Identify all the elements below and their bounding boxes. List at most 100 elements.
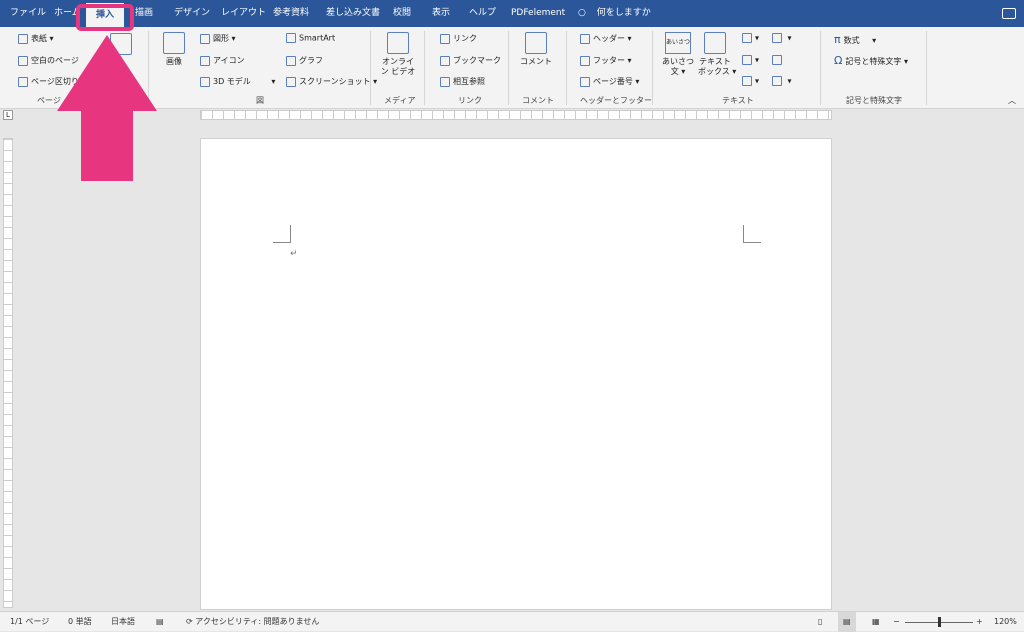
equation-button[interactable]: π 数式 ▾ (834, 33, 876, 46)
horizontal-ruler[interactable] (200, 110, 833, 120)
page-number-icon (580, 76, 590, 87)
equation-label: 数式 (843, 36, 860, 45)
group-separator (424, 31, 425, 105)
chart-button[interactable]: グラフ (286, 55, 323, 66)
textbox-label-1: テキスト (699, 57, 731, 66)
online-video-button[interactable]: オンライン ビデオ (380, 32, 416, 77)
omega-icon: Ω (834, 54, 843, 67)
pictures-button[interactable]: 画像 (160, 32, 188, 67)
tab-design[interactable]: デザイン (174, 0, 210, 27)
document-page[interactable]: ↵ (200, 138, 832, 610)
macro-icon[interactable]: ▤ (156, 612, 164, 632)
zoom-slider-thumb[interactable] (938, 617, 941, 627)
tab-file[interactable]: ファイル (10, 0, 46, 27)
arrow-shape (57, 35, 157, 181)
footer-button[interactable]: フッター ▾ (580, 55, 632, 66)
signature-icon (772, 33, 782, 43)
screenshot-icon (286, 76, 296, 87)
zoom-out-icon[interactable]: − (893, 612, 900, 632)
tell-me-search[interactable]: ○ 何をしますか (578, 0, 651, 27)
quick-parts-button[interactable]: ▾ (742, 33, 759, 43)
zoom-level[interactable]: 120% (994, 612, 1017, 632)
group-separator (820, 31, 821, 105)
status-bar: 1/1 ページ 0 単語 日本語 ▤ ⟳ アクセシビリティ: 問題ありません ▯… (0, 611, 1024, 632)
shapes-icon (200, 33, 210, 44)
tab-layout[interactable]: レイアウト (221, 0, 266, 27)
web-layout-icon[interactable]: ▦ (872, 612, 880, 632)
vertical-ruler[interactable] (3, 138, 13, 609)
paragraph-mark-icon: ↵ (290, 249, 298, 259)
language-indicator[interactable]: 日本語 (111, 612, 135, 632)
page-number-label: ページ番号 (593, 77, 633, 86)
word-count[interactable]: 0 単語 (68, 612, 92, 632)
cross-reference-icon (440, 76, 450, 87)
object-button[interactable]: ▾ (772, 76, 792, 86)
accessibility-status[interactable]: ⟳ アクセシビリティ: 問題ありません (186, 612, 319, 632)
comments-group-label: コメント (522, 96, 554, 105)
header-button[interactable]: ヘッダー ▾ (580, 33, 632, 44)
illustrations-group-label: 図 (256, 96, 264, 105)
new-comment-button[interactable]: コメント (518, 32, 554, 67)
link-button[interactable]: リンク (440, 33, 477, 44)
link-icon (440, 33, 450, 44)
wordart-button[interactable]: ▾ (742, 55, 759, 65)
link-label: リンク (453, 34, 477, 43)
collapse-ribbon-icon[interactable]: ︿ (1008, 95, 1016, 106)
group-separator (370, 31, 371, 105)
greeting-label-1: あいさつ (662, 57, 694, 66)
cube-icon (200, 76, 210, 87)
page-number-button[interactable]: ページ番号 ▾ (580, 76, 639, 87)
icons-label: アイコン (213, 56, 245, 65)
icons-icon (200, 55, 210, 66)
tab-draw[interactable]: 描画 (135, 0, 153, 27)
greeting-label-2: 文 (670, 67, 679, 76)
tab-pdfelement[interactable]: PDFelement (511, 0, 565, 27)
tab-references[interactable]: 参考資料 (273, 0, 309, 27)
header-icon (580, 33, 590, 44)
3d-models-button[interactable]: 3D モデル ▾ (200, 76, 275, 87)
tab-mailings[interactable]: 差し込み文書 (326, 0, 380, 27)
read-mode-icon[interactable]: ▯ (818, 612, 822, 632)
group-separator (566, 31, 567, 105)
screenshot-label: スクリーンショット (299, 77, 371, 86)
symbol-button[interactable]: Ω 記号と特殊文字 ▾ (834, 54, 908, 67)
lightbulb-icon: ○ (578, 8, 586, 18)
text-group-label: テキスト (722, 96, 754, 105)
textbox-button[interactable]: テキスト ボックス ▾ (698, 32, 736, 77)
tab-review[interactable]: 校閲 (393, 0, 411, 27)
shapes-button[interactable]: 図形 ▾ (200, 33, 236, 44)
greeting-button[interactable]: あいさつ あいさつ文 ▾ (662, 32, 694, 77)
online-video-label-2: ン ビデオ (380, 67, 416, 76)
drop-cap-button[interactable]: ▾ (742, 76, 759, 86)
accessibility-icon: ⟳ (186, 617, 193, 626)
group-separator (652, 31, 653, 105)
comments-icon[interactable] (1002, 8, 1016, 19)
chart-icon (286, 55, 296, 66)
print-layout-icon[interactable]: ▤ (838, 612, 856, 632)
wordart-icon (742, 55, 752, 65)
footer-label: フッター (593, 56, 625, 65)
picture-icon (163, 32, 185, 54)
symbols-label: 記号と特殊文字 (845, 57, 902, 66)
icons-button[interactable]: アイコン (200, 55, 245, 66)
ribbon-tab-bar: ファイル ホーム 挿入 描画 デザイン レイアウト 参考資料 差し込み文書 校閲… (0, 0, 1024, 27)
screenshot-button[interactable]: スクリーンショット ▾ (286, 76, 377, 87)
smartart-button[interactable]: SmartArt (286, 33, 335, 43)
pictures-label: 画像 (166, 57, 182, 66)
textbox-icon (704, 32, 726, 54)
tab-selector[interactable]: L (3, 110, 13, 120)
zoom-in-icon[interactable]: + (976, 612, 983, 632)
date-time-button[interactable] (772, 55, 785, 65)
group-separator (508, 31, 509, 105)
bookmark-button[interactable]: ブックマーク (440, 55, 501, 66)
page-count[interactable]: 1/1 ページ (10, 612, 49, 632)
tab-view[interactable]: 表示 (432, 0, 450, 27)
tab-help[interactable]: ヘルプ (469, 0, 496, 27)
3d-models-label: 3D モデル (213, 77, 251, 86)
signature-line-button[interactable]: ▾ (772, 33, 792, 43)
cross-reference-button[interactable]: 相互参照 (440, 76, 485, 87)
cover-page-button[interactable]: 表紙 ▾ (18, 33, 54, 44)
tell-me-label: 何をしますか (596, 8, 651, 18)
bookmark-icon (440, 55, 450, 66)
calendar-icon (772, 55, 782, 65)
